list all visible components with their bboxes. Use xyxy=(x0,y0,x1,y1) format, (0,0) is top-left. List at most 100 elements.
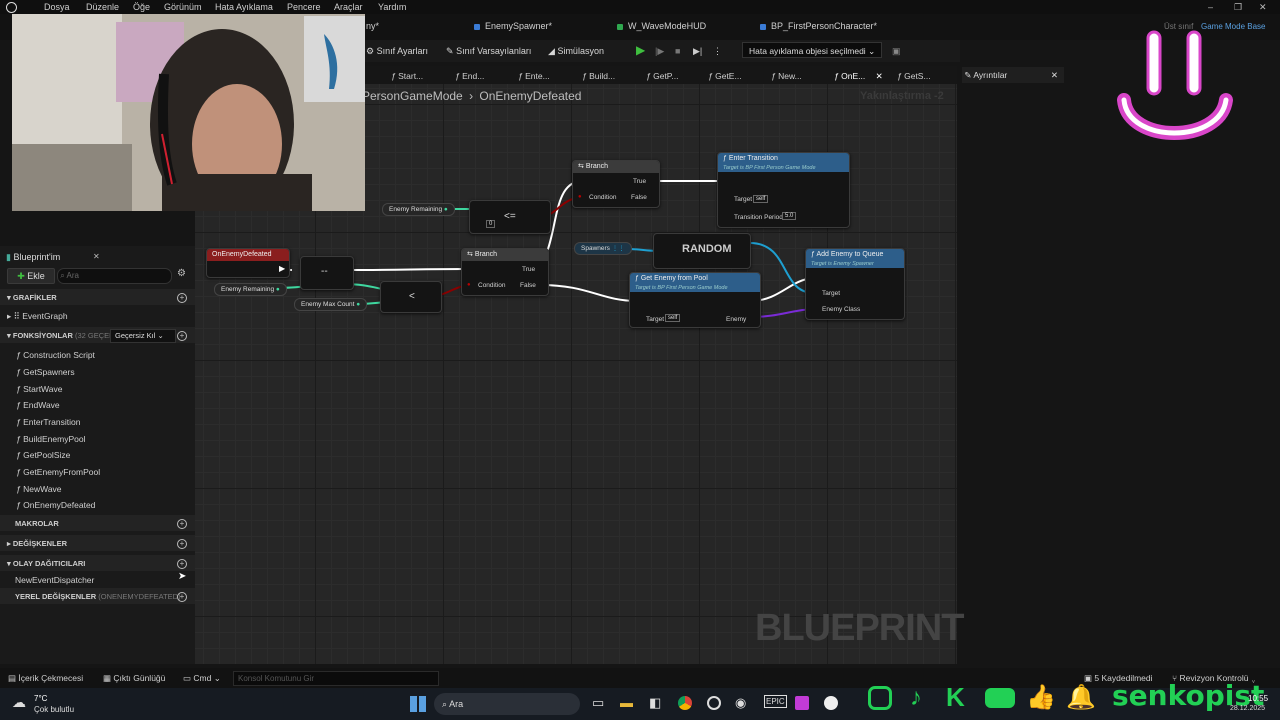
node-title: ƒ Enter Transition Target is BP First Per… xyxy=(718,153,849,172)
clock-date[interactable]: 28.12.2025 xyxy=(1230,705,1265,712)
content-drawer-button[interactable]: ▤ İçerik Çekmecesi xyxy=(8,673,83,684)
node-title: OnEnemyDefeated xyxy=(207,249,289,261)
node-title: ƒ Add Enemy to Queue Target is Enemy Spaw… xyxy=(806,249,904,268)
my-blueprint-tab[interactable]: ▮ Blueprint'im xyxy=(6,252,60,263)
search-icon: ⌕ xyxy=(60,271,65,280)
function-icon: ƒ xyxy=(16,450,21,460)
branch-node[interactable]: ⇆ Branch True False Condition ● xyxy=(461,248,549,296)
function-icon: ƒ xyxy=(16,367,21,377)
random-array-item-node[interactable]: RANDOM xyxy=(653,233,751,269)
decrement-node[interactable]: -- xyxy=(300,256,354,290)
target-self-field[interactable]: self xyxy=(753,195,769,203)
false-pin-label: False xyxy=(631,194,647,201)
file-explorer-icon[interactable]: ▬ xyxy=(620,695,633,710)
instagram-icon xyxy=(868,686,892,710)
less-than-node[interactable]: < xyxy=(380,281,442,313)
variable-get-enemy-remaining[interactable]: Enemy Remaining ● xyxy=(214,283,287,296)
local-variables-section-header[interactable]: YEREL DEĞİŞKENLER (ONENEMYDEFEATED) xyxy=(0,588,195,604)
function-icon: ƒ xyxy=(16,400,21,410)
console-input[interactable]: Konsol Komutunu Gir xyxy=(233,671,439,686)
function-node-enter-transition[interactable]: ƒ Enter Transition Target is BP First Per… xyxy=(717,152,850,228)
add-variable-icon[interactable]: + xyxy=(177,539,187,549)
function-icon: ƒ xyxy=(16,500,21,510)
output-log-button[interactable]: ▦ Çıktı Günlüğü xyxy=(103,673,165,684)
branch-node[interactable]: ⇆ Branch True False Condition ● xyxy=(572,160,660,208)
decrement-operator: -- xyxy=(321,266,328,277)
function-icon: ƒ xyxy=(16,434,21,444)
condition-pin-label: Condition xyxy=(478,282,506,289)
int-pin-icon: ● xyxy=(443,206,448,213)
add-function-icon[interactable]: + xyxy=(177,331,187,341)
int-pin-icon: ● xyxy=(356,301,361,308)
false-pin-label: False xyxy=(520,282,536,289)
webcam-overlay xyxy=(12,14,365,211)
unreal-engine-icon[interactable] xyxy=(824,696,838,710)
enemy-pin-label: Enemy xyxy=(726,316,747,323)
plus-icon: ✚ xyxy=(17,271,25,281)
windows-start-icon[interactable] xyxy=(410,696,426,712)
epic-games-icon[interactable]: EPIC xyxy=(764,695,787,708)
transition-period-label: Transition Period xyxy=(734,214,783,221)
add-graph-icon[interactable]: + xyxy=(177,293,187,303)
variable-get-enemy-max-count[interactable]: Enemy Max Count ● xyxy=(294,298,368,311)
variable-get-spawners[interactable]: Spawners ⋮⋮ xyxy=(574,242,632,255)
node-title: ƒ Get Enemy from Pool Target is BP First … xyxy=(630,273,760,292)
like-icon: 👍 xyxy=(1026,684,1056,711)
mouse-cursor-icon: ➤ xyxy=(178,571,187,582)
condition-pin-label: Condition xyxy=(589,194,617,201)
cmd-dropdown[interactable]: ▭ Cmd ⌄ xyxy=(183,673,221,684)
editor-app-icon[interactable] xyxy=(795,696,809,710)
true-pin-label: True xyxy=(633,178,647,185)
add-local-variable-icon[interactable]: + xyxy=(177,592,187,602)
less-than-operator: < xyxy=(409,291,415,302)
target-pin-label: Target xyxy=(822,290,841,297)
function-node-add-enemy-to-queue[interactable]: ƒ Add Enemy to Queue Target is Enemy Spaw… xyxy=(805,248,905,320)
youtube-icon xyxy=(985,688,1015,708)
store-icon[interactable]: ◧ xyxy=(649,695,661,711)
function-icon: ƒ xyxy=(16,484,21,494)
int-literal-input[interactable]: 0 xyxy=(486,220,496,228)
clock-time[interactable]: 10:55 xyxy=(1248,694,1268,703)
bool-pin-icon: ● xyxy=(467,282,471,288)
event-node-on-enemy-defeated[interactable]: OnEnemyDefeated ▶ xyxy=(206,248,290,278)
function-node-get-enemy-from-pool[interactable]: ƒ Get Enemy from Pool Target is BP First … xyxy=(629,272,761,328)
variables-section-header[interactable]: ▸ DEĞİŞKENLER xyxy=(0,535,195,551)
add-button[interactable]: ✚ Ekle xyxy=(7,268,55,284)
target-pin-label: Target xyxy=(734,196,753,203)
less-equal-node[interactable]: <= 0 xyxy=(469,200,551,234)
int-pin-icon: ● xyxy=(275,286,280,293)
target-self-field[interactable]: self xyxy=(665,314,681,322)
close-tab-icon[interactable]: ✕ xyxy=(93,252,100,261)
variable-get-enemy-remaining[interactable]: Enemy Remaining ● xyxy=(382,203,455,216)
random-label: RANDOM xyxy=(682,243,732,255)
node-title: ⇆ Branch xyxy=(462,249,548,261)
task-view-icon[interactable]: ▭ xyxy=(592,695,604,711)
function-icon: ƒ xyxy=(16,350,21,360)
search-input[interactable]: ⌕ Ara xyxy=(57,268,172,284)
log-icon: ▦ xyxy=(103,673,112,683)
override-dropdown[interactable]: Geçersiz Kıl ⌄ xyxy=(110,329,176,343)
transition-period-input[interactable]: 5.0 xyxy=(782,212,797,220)
node-subtitle: Target is Enemy Spawner xyxy=(811,261,874,267)
weather-icon[interactable]: ☁ xyxy=(12,694,26,711)
array-pin-icon: ⋮⋮ xyxy=(611,245,625,252)
add-dispatcher-icon[interactable]: + xyxy=(177,559,187,569)
chrome-icon[interactable] xyxy=(678,696,692,710)
enemy-class-pin-label: Enemy Class xyxy=(822,306,861,313)
function-icon: ƒ xyxy=(16,467,21,477)
exec-out-pin[interactable]: ▶ xyxy=(279,264,285,273)
settings-icon[interactable]: ⚙ xyxy=(177,268,186,279)
obs-icon[interactable] xyxy=(707,696,721,710)
steam-icon[interactable]: ◉ xyxy=(735,695,746,711)
event-dispatchers-section-header[interactable]: ▾ OLAY DAĞITICILARI xyxy=(0,555,195,571)
webcam-feed xyxy=(12,14,365,211)
macros-section-header[interactable]: MAKROLAR xyxy=(0,515,195,531)
search-icon: ⌕ xyxy=(442,699,448,709)
taskbar-search[interactable]: ⌕ Ara xyxy=(434,693,580,715)
tiktok-icon: ♪ xyxy=(910,684,922,711)
add-macro-icon[interactable]: + xyxy=(177,519,187,529)
function-icon: ƒ xyxy=(16,384,21,394)
node-subtitle: Target is BP First Person Game Mode xyxy=(723,165,816,171)
graphs-section-header[interactable]: ▾ GRAFİKLER xyxy=(0,289,195,305)
node-subtitle: Target is BP First Person Game Mode xyxy=(635,285,728,291)
